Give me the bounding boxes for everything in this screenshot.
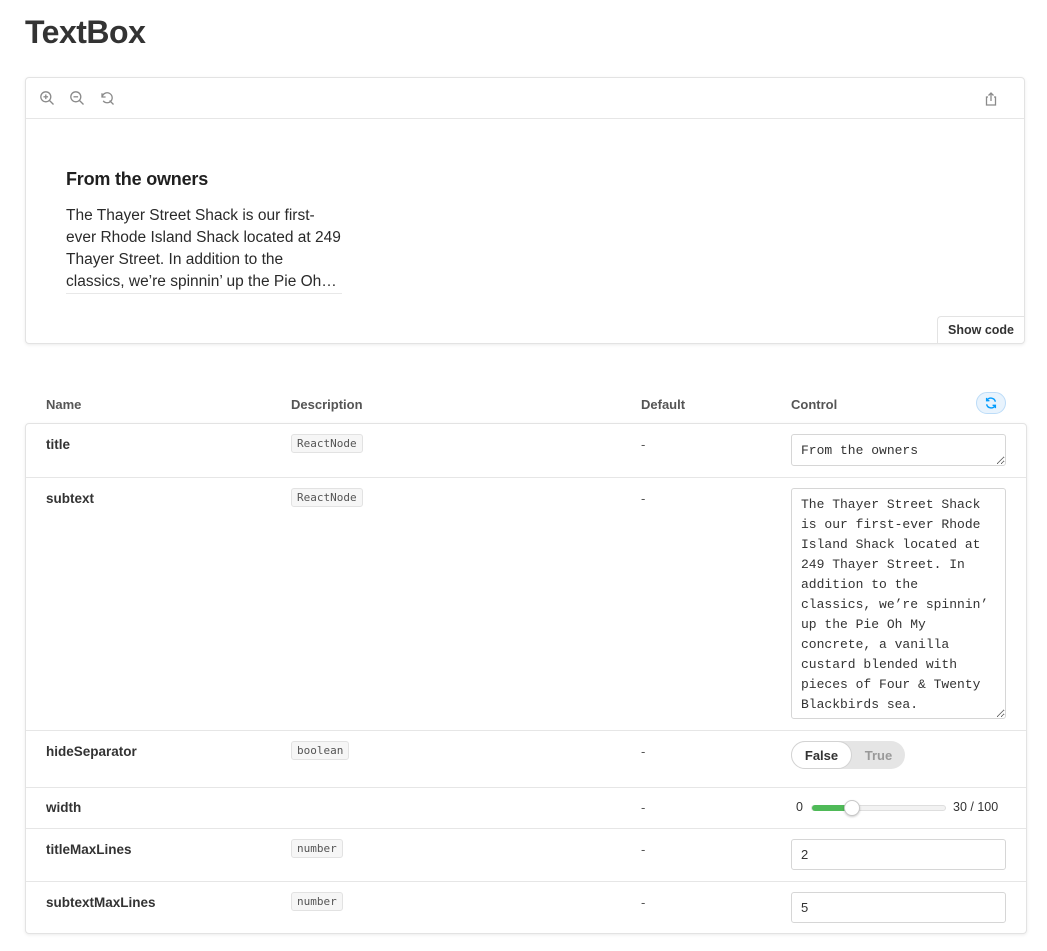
table-row: width - 0 30 / 100 (26, 787, 1026, 828)
args-table-body: title ReactNode - From the owners subtex… (25, 423, 1027, 934)
range-min-label: 0 (796, 800, 803, 814)
range-value-label: 30 / 100 (953, 800, 999, 814)
arg-name: width (46, 800, 82, 815)
page-title: TextBox (25, 14, 146, 50)
table-row: hideSeparator boolean - False True (26, 730, 1026, 787)
toggle-false-option[interactable]: False (791, 741, 852, 769)
arg-name: title (46, 437, 71, 452)
header-name: Name (46, 397, 82, 412)
arg-type: number (291, 839, 343, 858)
arg-default: - (641, 437, 646, 452)
arg-default: - (641, 895, 646, 910)
textbox-subtext: The Thayer Street Shack is our first-eve… (66, 207, 341, 290)
header-default: Default (641, 397, 686, 412)
table-row: titleMaxLines number - (26, 828, 1026, 881)
story-preview: From the owners The Thayer Street Shack … (25, 77, 1025, 344)
width-range-slider[interactable] (811, 800, 946, 816)
hide-separator-toggle[interactable]: False True (791, 741, 905, 769)
args-table-header: Name Description Default Control (26, 388, 1026, 422)
header-description: Description (291, 397, 363, 412)
arg-name: subtext (46, 491, 95, 506)
arg-name: subtextMaxLines (46, 895, 156, 910)
table-row: title ReactNode - From the owners (26, 424, 1026, 477)
arg-name: hideSeparator (46, 744, 137, 759)
table-row: subtext ReactNode - The Thayer Street Sh… (26, 477, 1026, 730)
subtext-max-lines-input[interactable] (791, 892, 1006, 923)
show-code-button[interactable]: Show code (937, 316, 1024, 343)
arg-type: number (291, 892, 343, 911)
table-row: subtextMaxLines number - (26, 881, 1026, 933)
reset-icon (985, 397, 997, 409)
title-max-lines-input[interactable] (791, 839, 1006, 870)
subtext-control-textarea[interactable]: The Thayer Street Shack is our first-eve… (791, 488, 1006, 719)
zoom-out-icon[interactable] (66, 87, 88, 109)
title-control-input[interactable]: From the owners (791, 434, 1006, 466)
share-icon[interactable] (980, 88, 1002, 110)
arg-name: titleMaxLines (46, 842, 132, 857)
arg-type: boolean (291, 741, 350, 760)
textbox-title: From the owners (66, 169, 209, 189)
toggle-true-option[interactable]: True (852, 741, 905, 769)
arg-default: - (641, 744, 646, 759)
range-thumb[interactable] (843, 800, 860, 816)
preview-canvas: From the owners The Thayer Street Shack … (26, 119, 1024, 343)
arg-default: - (641, 491, 646, 506)
reset-controls-button[interactable] (976, 392, 1006, 414)
reset-zoom-icon[interactable] (96, 87, 118, 109)
arg-type: ReactNode (291, 488, 363, 507)
textbox-separator (66, 293, 342, 294)
arg-default: - (641, 800, 646, 815)
zoom-in-icon[interactable] (36, 87, 58, 109)
arg-default: - (641, 842, 646, 857)
preview-toolbar (26, 78, 1024, 119)
header-control: Control (791, 397, 838, 412)
arg-type: ReactNode (291, 434, 363, 453)
